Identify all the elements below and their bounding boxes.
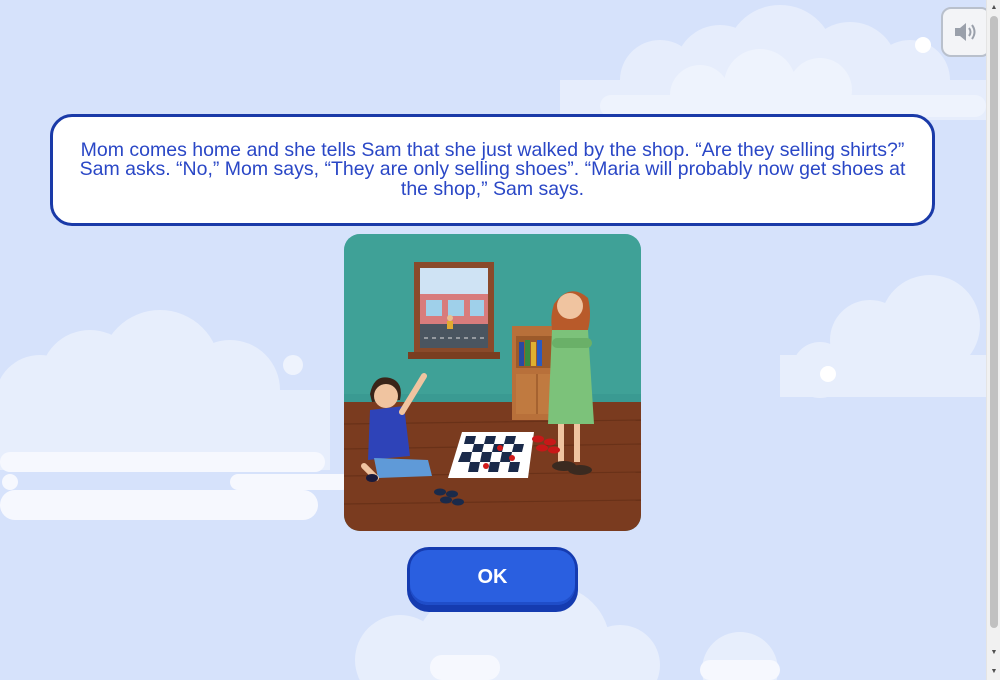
scroll-up-arrow-icon[interactable]: ▲ [987, 1, 1000, 15]
checkers-board [448, 432, 534, 478]
ok-button-frame: OK [407, 547, 578, 612]
scroll-down-arrow-icon[interactable]: ▼ [987, 646, 1000, 660]
story-box: Mom comes home and she tells Sam that sh… [50, 114, 935, 226]
ok-button[interactable]: OK [410, 550, 575, 605]
story-illustration [344, 234, 641, 531]
speaker-icon [955, 23, 976, 41]
window [408, 262, 500, 359]
scrollbar-thumb[interactable] [990, 16, 998, 628]
sound-button[interactable] [941, 7, 991, 57]
vertical-scrollbar[interactable]: ▲ ▼ ▼ [986, 0, 1000, 680]
scroll-end-arrow-icon[interactable]: ▼ [987, 665, 1000, 679]
story-text: Mom comes home and she tells Sam that sh… [79, 138, 906, 200]
